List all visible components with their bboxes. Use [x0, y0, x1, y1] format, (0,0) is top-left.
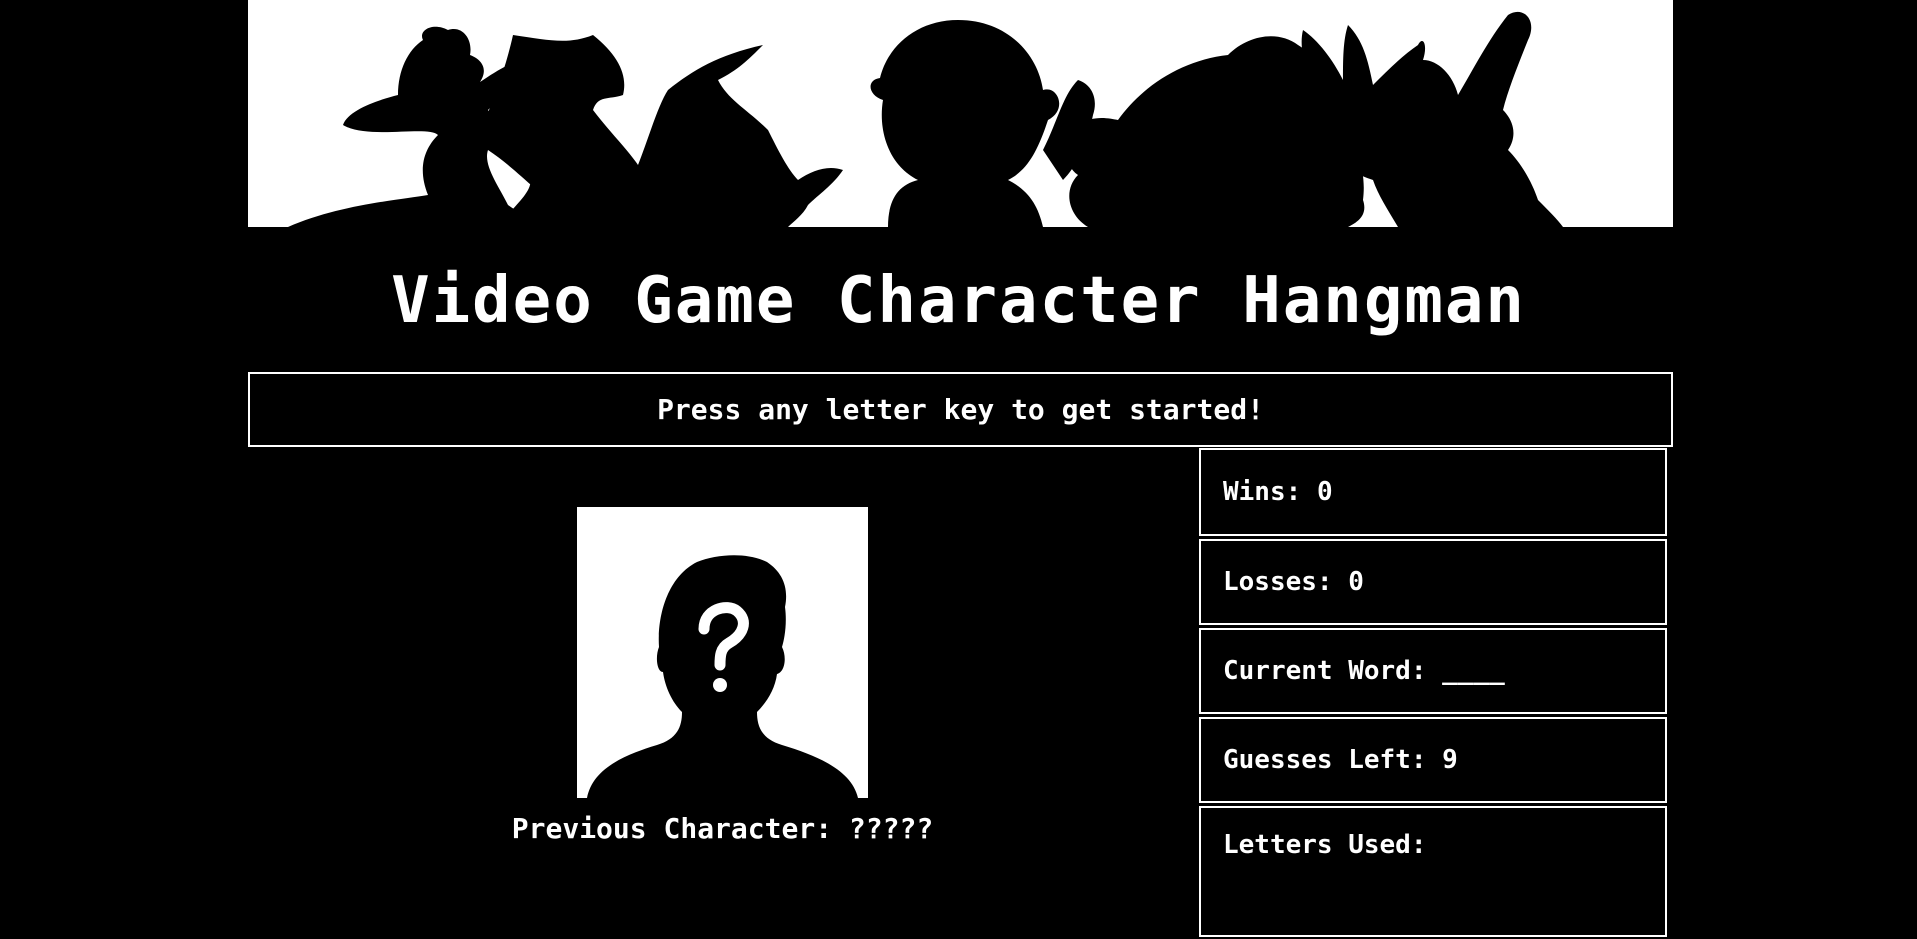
- letters-used-label: Letters Used:: [1223, 830, 1427, 860]
- previous-character-value: ?????: [848, 812, 934, 845]
- character-silhouettes-banner: [248, 0, 1673, 227]
- hangman-page: Video Game Character Hangman Press any l…: [0, 0, 1917, 939]
- silhouettes-image: [248, 0, 1673, 227]
- previous-character-label: Previous Character:: [511, 812, 833, 845]
- wins-label: Wins:: [1223, 477, 1302, 507]
- mystery-character-image: [577, 507, 868, 798]
- guesses-left-label: Guesses Left:: [1223, 745, 1427, 775]
- guesses-left-panel: Guesses Left: 9: [1199, 717, 1667, 803]
- wins-value: 0: [1316, 477, 1333, 507]
- current-word-value: ____: [1442, 656, 1505, 686]
- current-word-label: Current Word:: [1223, 656, 1427, 686]
- page-title: Video Game Character Hangman: [391, 264, 1526, 338]
- instruction-banner: Press any letter key to get started!: [248, 372, 1673, 447]
- wins-panel: Wins: 0: [1199, 448, 1667, 536]
- losses-panel: Losses: 0: [1199, 539, 1667, 625]
- losses-value: 0: [1348, 567, 1364, 597]
- instruction-text: Press any letter key to get started!: [657, 393, 1264, 426]
- unknown-person-silhouette-icon: [577, 507, 868, 798]
- losses-label: Losses:: [1223, 567, 1333, 597]
- current-word-panel: Current Word: ____: [1199, 628, 1667, 714]
- guesses-left-value: 9: [1442, 745, 1458, 775]
- letters-used-panel: Letters Used:: [1199, 806, 1667, 937]
- previous-character: Previous Character: ?????: [420, 812, 1025, 845]
